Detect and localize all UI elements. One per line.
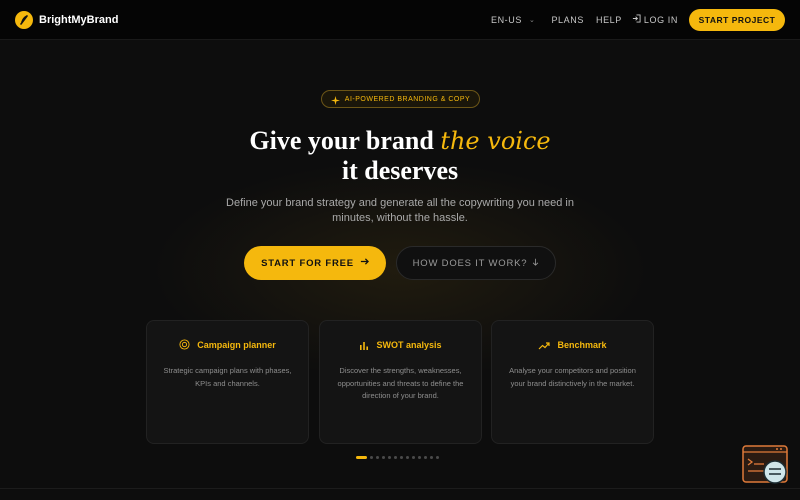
- carousel-dot[interactable]: [412, 456, 415, 459]
- carousel-dot[interactable]: [370, 456, 373, 459]
- carousel-dot[interactable]: [418, 456, 421, 459]
- carousel-dot[interactable]: [400, 456, 403, 459]
- bar-chart-icon: [359, 335, 369, 354]
- feature-title: SWOT analysis: [376, 339, 442, 350]
- trend-up-icon: [538, 335, 551, 354]
- carousel-dot[interactable]: [424, 456, 427, 459]
- headline-line2: it deserves: [341, 156, 459, 185]
- start-project-button[interactable]: START PROJECT: [689, 8, 785, 31]
- login-icon: [632, 14, 641, 25]
- carousel-dot[interactable]: [436, 456, 439, 459]
- bottom-divider: [0, 488, 800, 489]
- feature-title: Campaign planner: [197, 339, 276, 350]
- login-label: LOG IN: [643, 14, 678, 25]
- feather-logo-icon: [15, 10, 33, 29]
- feature-description: Discover the strengths, weaknesses, oppo…: [337, 366, 464, 400]
- feature-card-swot-analysis[interactable]: SWOT analysis Discover the strengths, we…: [319, 320, 482, 444]
- arrow-down-icon: [532, 258, 539, 269]
- carousel-dot[interactable]: [394, 456, 397, 459]
- headline-part1: Give your brand: [249, 126, 441, 155]
- brand-name: BrightMyBrand: [39, 13, 119, 26]
- how-does-it-work-button[interactable]: HOW DOES IT WORK?: [396, 246, 556, 280]
- sparkle-icon: [330, 90, 340, 109]
- top-navbar: BrightMyBrand EN-US ⌄ PLANS HELP LOG IN …: [0, 0, 800, 40]
- start-for-free-button[interactable]: START FOR FREE: [244, 246, 386, 280]
- arrow-right-icon: [360, 257, 369, 269]
- brand-logo-link[interactable]: BrightMyBrand: [15, 10, 119, 29]
- target-icon: [179, 335, 190, 354]
- feature-card-benchmark[interactable]: Benchmark Analyse your competitors and p…: [491, 320, 654, 444]
- chat-support-widget[interactable]: [742, 445, 790, 487]
- headline-accent: the voice: [440, 127, 551, 155]
- chevron-down-icon: ⌄: [528, 16, 536, 24]
- hero-tag-badge: AI-POWERED BRANDING & COPY: [321, 90, 480, 108]
- language-label: EN-US: [490, 14, 522, 25]
- feature-card-campaign-planner[interactable]: Campaign planner Strategic campaign plan…: [146, 320, 309, 444]
- chat-widget-icon: [742, 445, 788, 484]
- hero-tag-text: AI-POWERED BRANDING & COPY: [344, 95, 471, 103]
- carousel-dot[interactable]: [430, 456, 433, 459]
- carousel-dot[interactable]: [382, 456, 385, 459]
- carousel-dot[interactable]: [376, 456, 379, 459]
- feature-description: Strategic campaign plans with phases, KP…: [163, 366, 292, 388]
- carousel-dot[interactable]: [406, 456, 409, 459]
- nav-link-login[interactable]: LOG IN: [632, 14, 678, 25]
- feature-description: Analyse your competitors and position yo…: [509, 366, 636, 388]
- carousel-dot[interactable]: [356, 456, 367, 459]
- nav-link-plans[interactable]: PLANS: [551, 15, 584, 25]
- how-does-it-work-label: HOW DOES IT WORK?: [412, 257, 528, 269]
- nav-link-help[interactable]: HELP: [596, 15, 622, 25]
- language-selector[interactable]: EN-US ⌄: [491, 15, 535, 25]
- start-for-free-label: START FOR FREE: [261, 257, 354, 269]
- hero-subtitle: Define your brand strategy and generate …: [226, 197, 574, 224]
- carousel-pagination: [356, 456, 439, 459]
- carousel-dot[interactable]: [388, 456, 391, 459]
- hero-headline: Give your brand the voice it deserves: [0, 126, 800, 185]
- feature-title: Benchmark: [557, 339, 607, 350]
